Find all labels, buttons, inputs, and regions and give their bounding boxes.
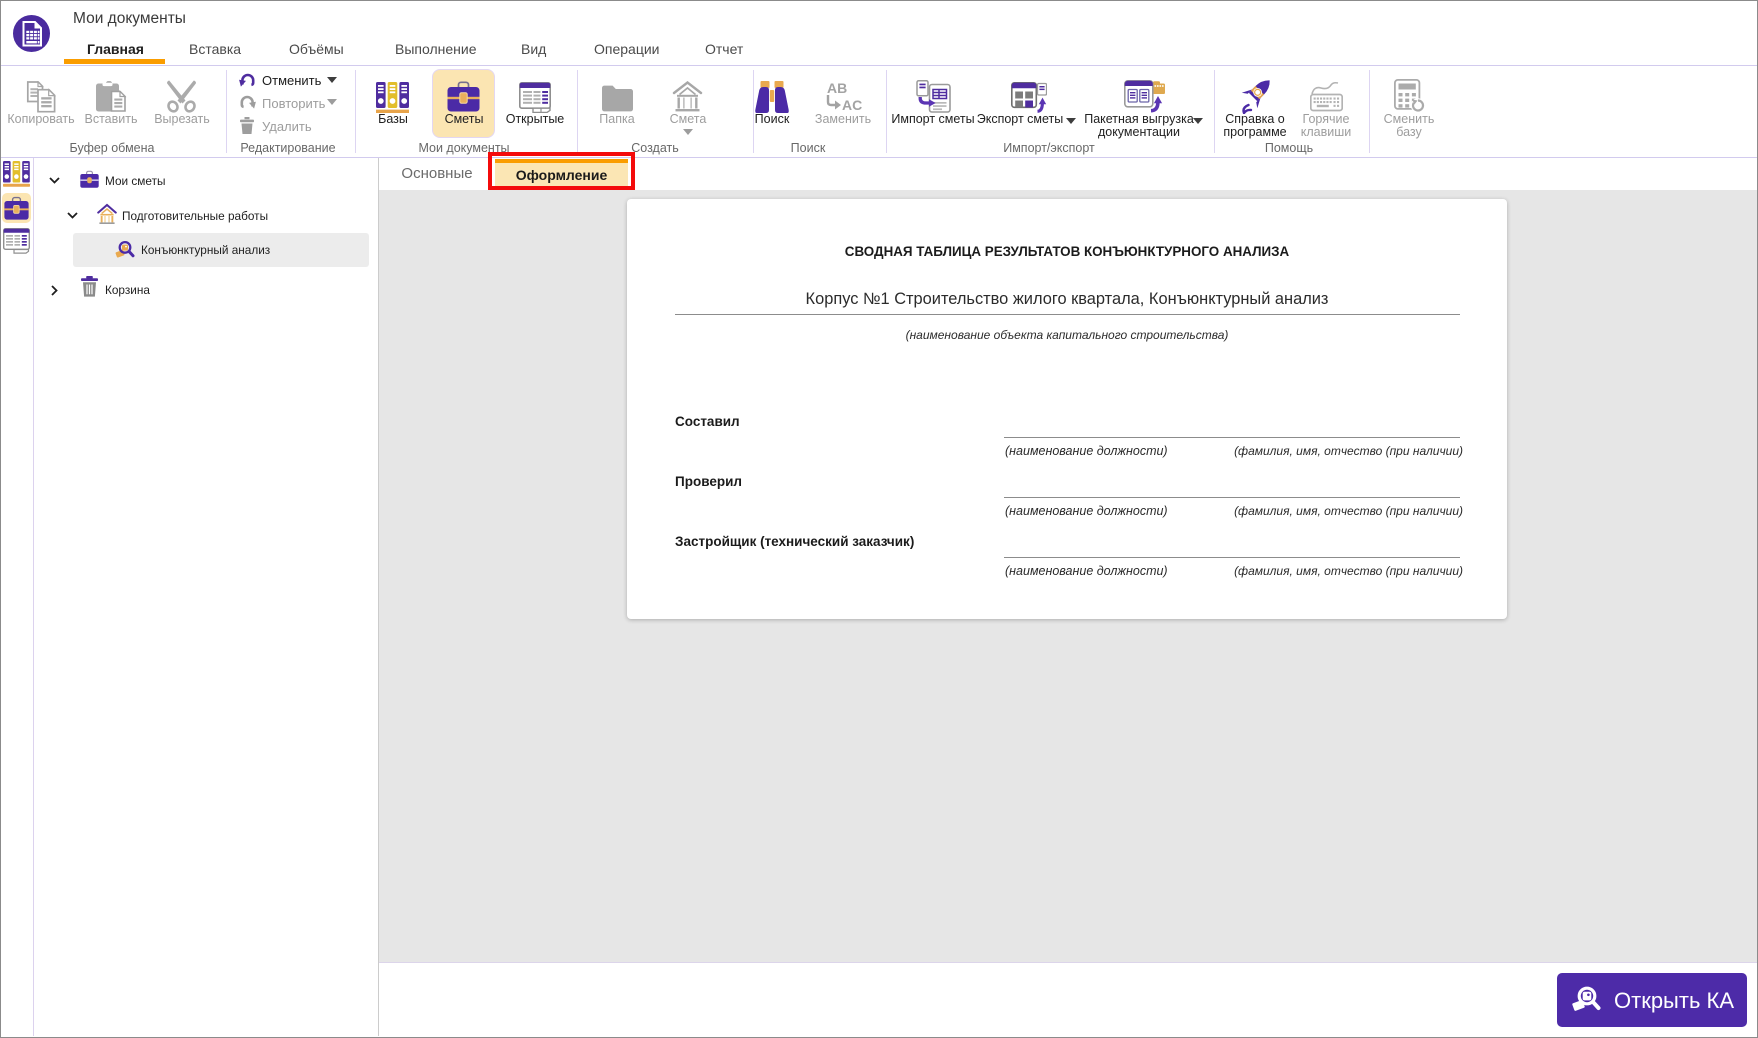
- svg-text:AB: AB: [827, 80, 847, 96]
- svg-text:AC: AC: [842, 97, 862, 113]
